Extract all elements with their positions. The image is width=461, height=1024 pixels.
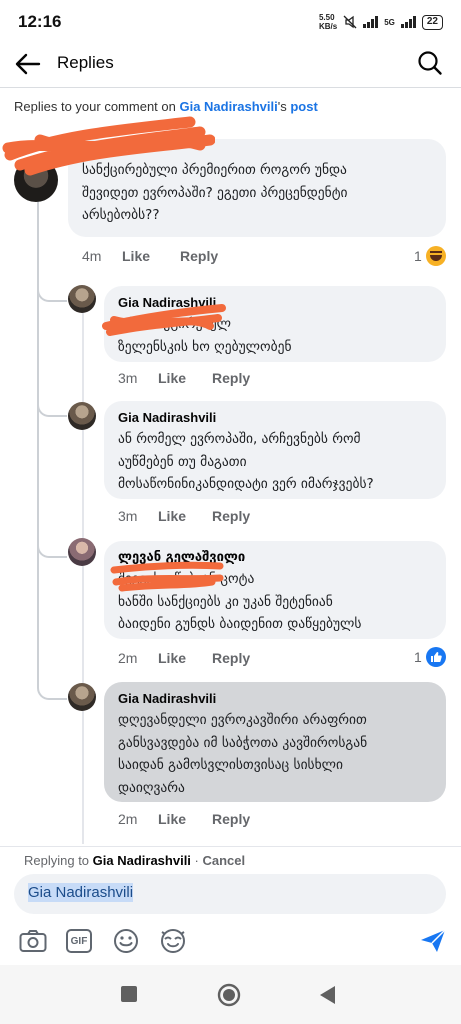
post-link[interactable]: post [290,99,317,114]
composer-toolbar: GIF [0,926,461,956]
composer-divider [0,846,461,847]
send-icon[interactable] [418,926,448,956]
comment-bubble: Gia Nadirashvili ან რომელ ევროპაში, არჩე… [104,401,446,499]
signal-icon-2 [400,16,416,28]
like-button[interactable]: Like [158,370,212,386]
comment-bubble: ლევან გელაშვილი შეგვეხვეწებიან ცოტა ხანშ… [104,541,446,639]
avatar[interactable] [68,683,96,711]
comment-text: დღევანდელი ევროკავშირი არაფრით განსვავდე… [118,712,368,796]
camera-icon[interactable] [18,926,48,956]
replies-context: Replies to your comment on Gia Nadirashv… [14,99,318,114]
comment-bubble: Gia Nadirashvili არასანქცირებულ ზელენსკი… [104,286,446,362]
reply-button[interactable]: Reply [180,248,218,264]
comment-actions: 3m Like Reply [118,370,250,386]
search-icon[interactable] [417,50,443,76]
comment-actions: 4m Like Reply [82,248,218,264]
avatar[interactable] [14,158,58,202]
comment-author[interactable]: ლევან გელაშვილი [118,550,432,565]
reply-button[interactable]: Reply [212,811,250,827]
comment-time: 2m [118,811,138,827]
thread-line-sub [82,312,84,844]
comment-time: 3m [118,370,138,386]
like-button[interactable]: Like [158,811,212,827]
battery-level: 22 [421,14,443,30]
thread-line-main [37,198,39,688]
post-author-link[interactable]: Gia Nadirashvili [179,99,277,114]
comment-bubble: სანქცირებული პრემიერით როგორ უნდა შევიდე… [68,139,446,237]
home-icon[interactable] [217,983,241,1007]
comment-text: ან რომელ ევროპაში, არჩევნებს რომ აუწმებე… [118,431,374,492]
status-bar: 12:16 5.50 KB/s 5G 22 [0,0,461,44]
reply-button[interactable]: Reply [212,650,250,666]
comment-text: შეგვეხვეწებიან ცოტა ხანში სანქციებს კი უ… [118,571,362,632]
avatar[interactable] [68,538,96,566]
recents-icon[interactable] [120,985,138,1003]
comment-actions: 3m Like Reply [118,508,250,524]
thread-branch-4 [37,680,67,700]
comment-author[interactable]: Gia Nadirashvili [118,410,432,425]
like-icon [425,647,446,667]
cancel-reply-button[interactable]: Cancel [202,853,245,868]
system-nav-bar [0,965,461,1024]
app-header: Replies [0,44,461,84]
status-time: 12:16 [18,12,62,31]
comment-author[interactable]: Gia Nadirashvili [118,691,432,706]
mention-tag: Gia Nadirashvili [28,883,134,902]
comment-text: სანქცირებული პრემიერით როგორ უნდა შევიდე… [82,162,348,223]
network-speed: 5.50 KB/s [318,13,338,31]
haha-icon [425,246,446,266]
back-arrow-icon[interactable] [14,50,42,78]
like-button[interactable]: Like [122,248,180,264]
header-divider [0,87,461,88]
replying-to-bar: Replying to Gia Nadirashvili · Cancel [24,853,246,868]
mute-icon [343,15,357,29]
thread-branch-1 [37,282,67,302]
comment-text: არასანქცირებულ ზელენსკის ხო ღებულობენ [118,316,292,355]
emoji-icon[interactable] [111,926,141,956]
comment-input[interactable]: Gia Nadirashvili [14,874,446,914]
status-icons: 5.50 KB/s 5G 22 [319,13,443,31]
avatar[interactable] [68,402,96,430]
reply-button[interactable]: Reply [212,370,250,386]
page-title: Replies [57,53,114,72]
gif-icon[interactable]: GIF [64,926,94,956]
comment-time: 3m [118,508,138,524]
comment-actions: 2m Like Reply [118,811,250,827]
reaction-count[interactable]: 1 [414,647,446,667]
like-button[interactable]: Like [158,650,212,666]
thread-branch-3 [37,538,67,558]
comment-actions: 2m Like Reply [118,650,250,666]
avatar-sticker-icon[interactable] [158,926,188,956]
avatar[interactable] [68,285,96,313]
comment-time: 2m [118,650,138,666]
back-nav-icon[interactable] [318,985,336,1005]
replying-to-name: Gia Nadirashvili [92,853,191,868]
reaction-count[interactable]: 1 [414,246,446,266]
thread-branch-2 [37,397,67,417]
signal-icon [363,16,379,28]
like-button[interactable]: Like [158,508,212,524]
network-type: 5G [384,17,395,27]
reply-button[interactable]: Reply [212,508,250,524]
comment-bubble: Gia Nadirashvili დღევანდელი ევროკავშირი … [104,682,446,802]
comment-time: 4m [82,248,102,264]
comment-author[interactable]: Gia Nadirashvili [118,295,432,310]
